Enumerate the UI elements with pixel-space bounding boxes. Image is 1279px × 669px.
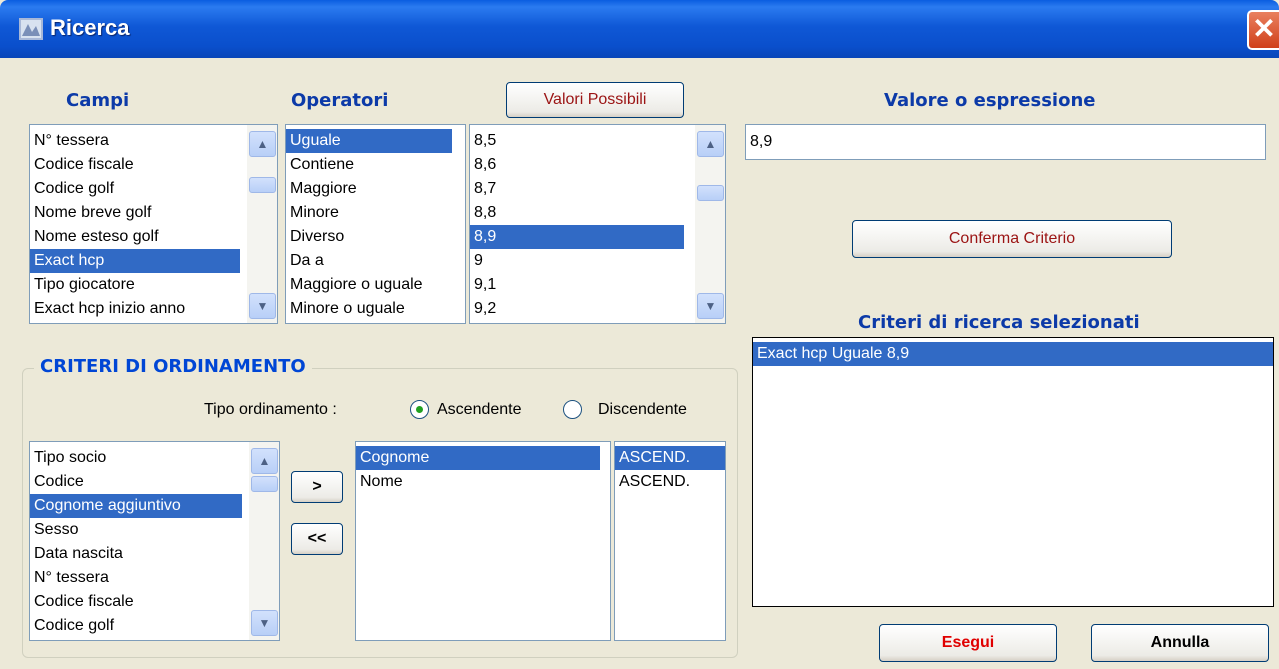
conferma-criterio-button[interactable]: Conferma Criterio xyxy=(852,220,1172,258)
list-item[interactable]: Nome xyxy=(356,470,600,494)
close-button[interactable]: ✕ xyxy=(1247,10,1279,50)
list-item[interactable]: Cognome xyxy=(356,446,600,470)
campi-scrollbar[interactable]: ▲ ▼ xyxy=(247,125,277,323)
list-item[interactable]: Minore xyxy=(286,201,452,225)
list-item[interactable]: 8,9 xyxy=(470,225,684,249)
list-item[interactable]: Data nascita xyxy=(30,542,242,566)
list-item[interactable]: Codice fiscale xyxy=(30,590,242,614)
campi-listbox[interactable]: N° tessera Codice fiscale Codice golf Nome … xyxy=(29,124,278,324)
scroll-thumb[interactable] xyxy=(697,185,724,201)
ordinamento-scelti-listbox[interactable]: Cognome Nome xyxy=(355,441,611,641)
scroll-down-icon[interactable]: ▼ xyxy=(251,610,278,636)
list-item[interactable]: Maggiore o uguale xyxy=(286,273,452,297)
list-item[interactable]: Codice golf xyxy=(30,177,240,201)
list-item[interactable]: Nome esteso golf xyxy=(30,225,240,249)
title-bar: Ricerca ✕ xyxy=(0,0,1279,58)
list-item[interactable]: Minore o uguale xyxy=(286,297,452,321)
list-item[interactable]: Maggiore xyxy=(286,177,452,201)
list-item[interactable]: 9 xyxy=(470,249,684,273)
list-item[interactable]: Exact hcp Uguale 8,9 xyxy=(753,342,1273,366)
annulla-button[interactable]: Annulla xyxy=(1091,624,1269,662)
operatori-listbox[interactable]: Uguale Contiene Maggiore Minore Diverso Da aM… xyxy=(285,124,466,324)
valore-input[interactable]: 8,9 xyxy=(745,124,1266,160)
list-item[interactable]: 9,2 xyxy=(470,297,684,321)
list-item[interactable]: N° tessera xyxy=(30,566,242,590)
list-item[interactable]: Cognome aggiuntivo xyxy=(30,494,242,518)
discendente-label[interactable]: Discendente xyxy=(598,401,687,419)
discendente-radio[interactable] xyxy=(563,400,582,419)
scroll-up-icon[interactable]: ▲ xyxy=(251,448,278,474)
list-item[interactable]: ASCEND. xyxy=(615,446,725,470)
list-item[interactable]: Contiene xyxy=(286,153,452,177)
list-item[interactable]: Codice xyxy=(30,470,242,494)
tipo-ordinamento-label: Tipo ordinamento : xyxy=(204,401,337,418)
ascendente-radio[interactable] xyxy=(410,400,429,419)
scroll-up-icon[interactable]: ▲ xyxy=(697,131,724,157)
list-item[interactable]: Tipo giocatore xyxy=(30,273,240,297)
list-item[interactable]: 9,1 xyxy=(470,273,684,297)
list-item[interactable]: Tipo socio xyxy=(30,446,242,470)
ascendente-label[interactable]: Ascendente xyxy=(437,401,522,419)
valori-listbox[interactable]: 8,5 8,6 8,7 8,8 8,9 9 9,1 9,2 ▲ ▼ xyxy=(469,124,726,324)
list-item[interactable]: Codice fiscale xyxy=(30,153,240,177)
list-item[interactable]: Da a xyxy=(286,249,452,273)
scroll-thumb[interactable] xyxy=(249,177,276,193)
scroll-up-icon[interactable]: ▲ xyxy=(249,131,276,157)
radio-selected-icon xyxy=(416,406,423,413)
list-item[interactable]: Codice golf xyxy=(30,614,242,638)
list-item[interactable]: 8,5 xyxy=(470,129,684,153)
list-item[interactable]: Exact hcp inizio anno xyxy=(30,297,240,321)
scroll-down-icon[interactable]: ▼ xyxy=(249,293,276,319)
campi-ordinamento-scrollbar[interactable]: ▲ ▼ xyxy=(249,442,279,640)
list-item[interactable]: N° tessera xyxy=(30,129,240,153)
criteri-selezionati-header: Criteri di ricerca selezionati xyxy=(858,312,1140,333)
list-item[interactable]: ASCEND. xyxy=(615,470,725,494)
list-item[interactable]: Exact hcp xyxy=(30,249,240,273)
direzione-listbox[interactable]: ASCEND. ASCEND. xyxy=(614,441,726,641)
list-item[interactable]: Uguale xyxy=(286,129,452,153)
scroll-thumb[interactable] xyxy=(251,476,278,492)
criteri-selezionati-listbox[interactable]: Exact hcp Uguale 8,9 xyxy=(752,337,1274,607)
campi-header: Campi xyxy=(66,90,130,111)
scroll-down-icon[interactable]: ▼ xyxy=(697,293,724,319)
ordinamento-title: CRITERI DI ORDINAMENTO xyxy=(34,356,312,377)
campi-ordinamento-listbox[interactable]: Tipo socio Codice Cognome aggiuntivo Sesso D… xyxy=(29,441,280,641)
add-ordinamento-button[interactable]: > xyxy=(291,471,343,503)
remove-ordinamento-button[interactable]: << xyxy=(291,523,343,555)
list-item[interactable]: 8,7 xyxy=(470,177,684,201)
list-item[interactable]: Nome breve golf xyxy=(30,201,240,225)
list-item[interactable]: Sesso xyxy=(30,518,242,542)
valore-header: Valore o espressione xyxy=(884,90,1096,111)
list-item[interactable]: 8,6 xyxy=(470,153,684,177)
window-title: Ricerca xyxy=(50,15,130,40)
operatori-header: Operatori xyxy=(291,90,389,111)
list-item[interactable]: Diverso xyxy=(286,225,452,249)
window-icon xyxy=(19,18,43,40)
valori-scrollbar[interactable]: ▲ ▼ xyxy=(695,125,725,323)
list-item[interactable]: 8,8 xyxy=(470,201,684,225)
valori-possibili-button[interactable]: Valori Possibili xyxy=(506,82,684,118)
esegui-button[interactable]: Esegui xyxy=(879,624,1057,662)
